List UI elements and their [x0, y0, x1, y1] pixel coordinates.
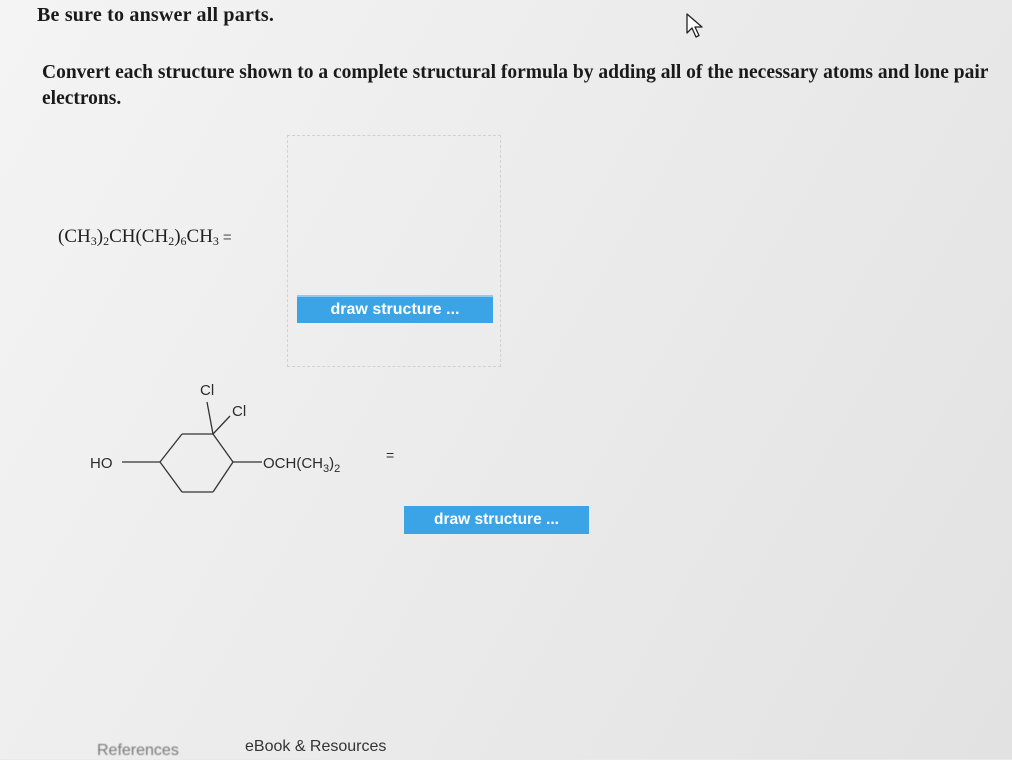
- mouse-pointer-icon: [686, 13, 703, 38]
- ebook-resources-link[interactable]: eBook & Resources: [245, 738, 386, 756]
- answer-drop-area: [287, 135, 501, 367]
- formula-part: (CH: [58, 226, 91, 247]
- formula-subscript: 3: [212, 234, 219, 248]
- formula-part: CH: [186, 226, 213, 247]
- chlorine-label-top: Cl: [200, 382, 214, 399]
- chlorine-label-right: Cl: [232, 403, 246, 420]
- page: Be sure to answer all parts. Convert eac…: [0, 0, 1012, 759]
- formula-part: CH(CH: [109, 226, 169, 247]
- hydroxyl-label: HO: [90, 455, 113, 472]
- draw-structure-button-1[interactable]: draw structure ...: [297, 295, 493, 323]
- cyclohexane-structure: Cl Cl HO OCH(CH3)2 =: [90, 382, 394, 493]
- equals-sign: =: [222, 229, 232, 246]
- page-heading: Be sure to answer all parts.: [37, 4, 275, 26]
- isopropoxy-sub2: 2: [334, 463, 340, 475]
- question-instructions: Convert each structure shown to a comple…: [42, 62, 989, 109]
- condensed-formula-1: (CH3)2CH(CH2)6CH3 =: [58, 226, 232, 249]
- equals-sign-2: =: [386, 447, 394, 463]
- isopropoxy-main: OCH(CH: [263, 455, 323, 472]
- draw-structure-button-2[interactable]: draw structure ...: [404, 506, 589, 534]
- isopropoxy-label: OCH(CH3)2: [263, 455, 340, 475]
- references-link[interactable]: References: [97, 742, 179, 760]
